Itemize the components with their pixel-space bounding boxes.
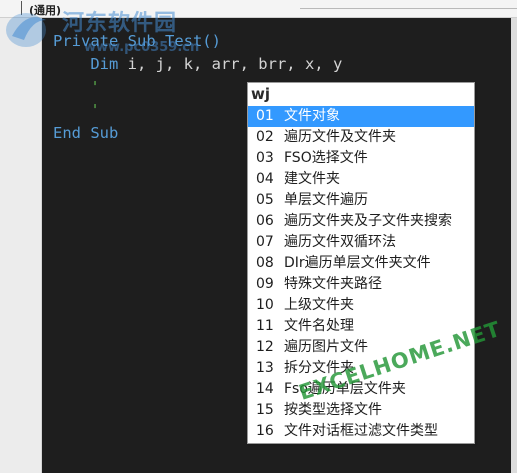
- autocomplete-item-label: 特殊文件夹路径: [284, 276, 382, 292]
- code-comment: ': [90, 101, 100, 119]
- autocomplete-item-label: 遍历图片文件: [284, 339, 368, 355]
- site-url-watermark: www.pc0359.cn: [84, 40, 200, 55]
- autocomplete-item-number: 03: [256, 150, 274, 166]
- autocomplete-item[interactable]: 09 特殊文件夹路径: [248, 274, 474, 295]
- autocomplete-item-number: 02: [256, 129, 274, 145]
- code-keyword: End Sub: [53, 124, 119, 142]
- autocomplete-item[interactable]: 01 文件对象: [248, 106, 474, 127]
- autocomplete-item-number: 08: [256, 255, 274, 271]
- autocomplete-item-number: 05: [256, 192, 274, 208]
- autocomplete-item-label: FSO选择文件: [284, 150, 368, 166]
- autocomplete-item-number: 09: [256, 276, 274, 292]
- autocomplete-item[interactable]: 11 文件名处理: [248, 316, 474, 337]
- autocomplete-item-number: 14: [256, 381, 274, 397]
- autocomplete-item[interactable]: 02 遍历文件及文件夹: [248, 127, 474, 148]
- margin-indicator-bar: [0, 18, 42, 473]
- autocomplete-item-number: 01: [256, 108, 274, 124]
- autocomplete-item-number: 15: [256, 402, 274, 418]
- autocomplete-item-label: 文件对象: [284, 108, 340, 124]
- autocomplete-item[interactable]: 10 上级文件夹: [248, 295, 474, 316]
- autocomplete-item[interactable]: 08 DIr遍历单层文件夹文件: [248, 253, 474, 274]
- autocomplete-item-label: DIr遍历单层文件夹文件: [284, 255, 431, 271]
- site-name-watermark: 河东软件园: [62, 11, 178, 36]
- autocomplete-item-number: 10: [256, 297, 274, 313]
- vertical-scrollbar[interactable]: [511, 18, 517, 473]
- autocomplete-item-number: 16: [256, 423, 274, 439]
- code-comment: ': [90, 78, 100, 96]
- autocomplete-item[interactable]: 04 建文件夹: [248, 169, 474, 190]
- autocomplete-item-number: 12: [256, 339, 274, 355]
- autocomplete-item-label: 遍历文件双循环法: [284, 234, 396, 250]
- autocomplete-item-label: 文件名处理: [284, 318, 354, 334]
- autocomplete-item[interactable]: 06 遍历文件夹及子文件夹搜索: [248, 211, 474, 232]
- autocomplete-item-number: 06: [256, 213, 274, 229]
- autocomplete-item[interactable]: 07 遍历文件双循环法: [248, 232, 474, 253]
- header-divider: [300, 8, 517, 9]
- autocomplete-item-number: 13: [256, 360, 274, 376]
- code-token: i, j, k, arr, brr, x, y: [118, 55, 343, 73]
- autocomplete-item[interactable]: 03 FSO选择文件: [248, 148, 474, 169]
- autocomplete-item-label: 遍历文件及文件夹: [284, 129, 396, 145]
- autocomplete-item-number: 04: [256, 171, 274, 187]
- autocomplete-item-label: 建文件夹: [284, 171, 340, 187]
- code-keyword: Dim: [90, 55, 119, 73]
- autocomplete-item-label: 单层文件遍历: [284, 192, 368, 208]
- autocomplete-item-label: 上级文件夹: [284, 297, 354, 313]
- autocomplete-search-text: wj: [251, 85, 270, 103]
- autocomplete-item-label: 遍历文件夹及子文件夹搜索: [284, 213, 452, 229]
- autocomplete-item[interactable]: 05 单层文件遍历: [248, 190, 474, 211]
- autocomplete-item-number: 11: [256, 318, 274, 334]
- site-logo-watermark: [6, 13, 46, 47]
- autocomplete-item-number: 07: [256, 234, 274, 250]
